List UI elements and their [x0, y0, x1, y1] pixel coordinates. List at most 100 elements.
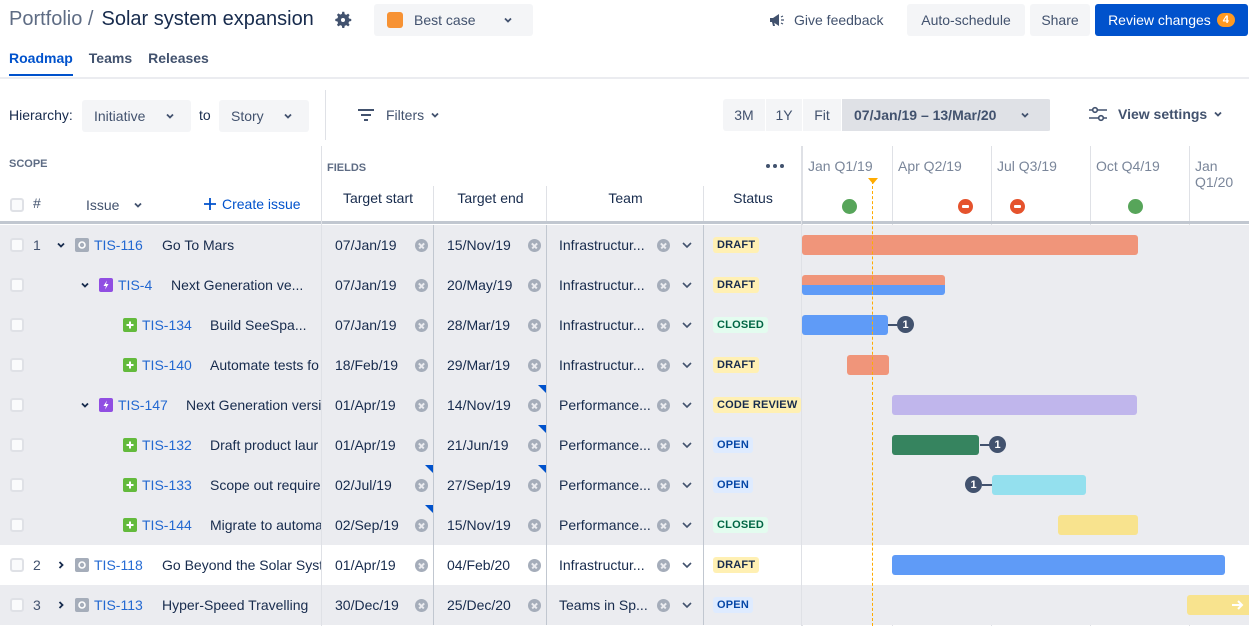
- row-checkbox[interactable]: [10, 505, 24, 545]
- chevron-right-icon[interactable]: [55, 545, 67, 585]
- release-off-track-icon[interactable]: [958, 199, 973, 214]
- team-value[interactable]: Infrastructur...: [559, 305, 645, 345]
- issue-key-link[interactable]: TIS-132: [142, 425, 192, 465]
- row-checkbox[interactable]: [10, 225, 24, 265]
- clear-target-end-icon[interactable]: [528, 505, 541, 545]
- filters-button[interactable]: Filters: [356, 107, 442, 123]
- clear-target-end-icon[interactable]: [528, 265, 541, 305]
- hierarchy-from-select[interactable]: Initiative: [82, 100, 191, 132]
- gear-icon[interactable]: [332, 9, 354, 31]
- clear-target-start-icon[interactable]: [415, 585, 428, 625]
- team-dropdown-chevron-icon[interactable]: [680, 465, 694, 505]
- timeline-bar[interactable]: [1058, 515, 1138, 535]
- auto-schedule-button[interactable]: Auto-schedule: [907, 4, 1025, 36]
- issue-key-link[interactable]: TIS-144: [142, 505, 192, 545]
- target-start-value[interactable]: 01/Apr/19: [335, 385, 396, 425]
- table-row[interactable]: 2 TIS-118 Go Beyond the Solar Syst 01/Apr/1…: [0, 545, 1249, 585]
- issue-key-link[interactable]: TIS-118: [94, 545, 143, 585]
- clear-team-icon[interactable]: [657, 225, 670, 265]
- issue-key-link[interactable]: TIS-133: [142, 465, 192, 505]
- issue-key-link[interactable]: TIS-113: [94, 585, 143, 625]
- team-dropdown-chevron-icon[interactable]: [680, 385, 694, 425]
- clear-target-start-icon[interactable]: [415, 265, 428, 305]
- scope-fields-divider[interactable]: [321, 146, 322, 626]
- status-lozenge[interactable]: DRAFT: [713, 225, 760, 265]
- target-end-value[interactable]: 27/Sep/19: [447, 465, 511, 505]
- row-checkbox[interactable]: [10, 305, 24, 345]
- target-end-value[interactable]: 25/Dec/20: [447, 585, 511, 625]
- team-dropdown-chevron-icon[interactable]: [680, 505, 694, 545]
- team-dropdown-chevron-icon[interactable]: [680, 345, 694, 385]
- target-start-value[interactable]: 07/Jan/19: [335, 225, 397, 265]
- give-feedback-button[interactable]: Give feedback: [768, 4, 884, 36]
- create-issue-button[interactable]: Create issue: [203, 196, 301, 212]
- timeline-bar[interactable]: [892, 435, 979, 455]
- target-end-value[interactable]: 29/Mar/19: [447, 345, 510, 385]
- timeline-bar[interactable]: [1187, 595, 1249, 615]
- team-dropdown-chevron-icon[interactable]: [680, 425, 694, 465]
- team-dropdown-chevron-icon[interactable]: [680, 545, 694, 585]
- breadcrumb-portfolio[interactable]: Portfolio /: [9, 8, 93, 30]
- issue-summary[interactable]: Scope out require: [210, 465, 321, 505]
- range-1y-button[interactable]: 1Y: [766, 99, 802, 131]
- team-value[interactable]: Performance...: [559, 465, 651, 505]
- target-end-value[interactable]: 14/Nov/19: [447, 385, 511, 425]
- row-checkbox[interactable]: [10, 465, 24, 505]
- issue-summary[interactable]: Draft product laur: [210, 425, 321, 465]
- row-checkbox[interactable]: [10, 345, 24, 385]
- issue-summary[interactable]: Go To Mars: [162, 225, 321, 265]
- clear-target-end-icon[interactable]: [528, 225, 541, 265]
- target-start-value[interactable]: 02/Jul/19: [335, 465, 392, 505]
- clear-target-end-icon[interactable]: [528, 345, 541, 385]
- tab-roadmap[interactable]: Roadmap: [9, 50, 73, 76]
- range-fit-button[interactable]: Fit: [803, 99, 841, 131]
- issue-key-link[interactable]: TIS-134: [142, 305, 192, 345]
- team-value[interactable]: Performance...: [559, 425, 651, 465]
- clear-team-icon[interactable]: [657, 345, 670, 385]
- column-header-status[interactable]: Status: [704, 190, 802, 206]
- table-row[interactable]: 1 TIS-116 Go To Mars 07/Jan/19 15/Nov/19 Infr…: [0, 225, 1249, 265]
- select-all-checkbox[interactable]: [10, 198, 24, 212]
- column-header-target-start[interactable]: Target start: [322, 190, 434, 206]
- issue-summary[interactable]: Next Generation versi: [186, 385, 321, 425]
- target-end-value[interactable]: 15/Nov/19: [447, 225, 511, 265]
- table-row[interactable]: TIS-144 Migrate to automa 02/Sep/19 15/Nov/…: [0, 505, 1249, 545]
- target-start-value[interactable]: 02/Sep/19: [335, 505, 399, 545]
- clear-target-start-icon[interactable]: [415, 305, 428, 345]
- clear-team-icon[interactable]: [657, 465, 670, 505]
- issue-summary[interactable]: Automate tests fo: [210, 345, 321, 385]
- dependency-count-badge[interactable]: 1: [989, 436, 1006, 453]
- release-on-track-icon[interactable]: [1128, 199, 1143, 214]
- issue-summary[interactable]: Build SeeSpa...: [210, 305, 321, 345]
- status-lozenge[interactable]: CODE REVIEW: [713, 385, 802, 425]
- date-range-select[interactable]: 07/Jan/19 – 13/Mar/20: [842, 99, 1050, 131]
- issue-key-link[interactable]: TIS-140: [142, 345, 192, 385]
- target-end-value[interactable]: 04/Feb/20: [447, 545, 510, 585]
- chevron-down-icon[interactable]: [55, 225, 67, 265]
- row-checkbox[interactable]: [10, 265, 24, 305]
- target-start-value[interactable]: 01/Apr/19: [335, 545, 396, 585]
- target-start-value[interactable]: 18/Feb/19: [335, 345, 398, 385]
- clear-team-icon[interactable]: [657, 265, 670, 305]
- status-lozenge[interactable]: OPEN: [713, 465, 753, 505]
- clear-target-start-icon[interactable]: [415, 385, 428, 425]
- team-dropdown-chevron-icon[interactable]: [680, 305, 694, 345]
- tab-releases[interactable]: Releases: [148, 50, 209, 74]
- team-value[interactable]: Infrastructur...: [559, 265, 645, 305]
- scenario-select[interactable]: Best case: [374, 4, 533, 36]
- column-header-target-end[interactable]: Target end: [434, 190, 547, 206]
- clear-team-icon[interactable]: [657, 425, 670, 465]
- team-value[interactable]: Performance...: [559, 385, 651, 425]
- issue-key-link[interactable]: TIS-116: [94, 225, 143, 265]
- timeline-bar[interactable]: [802, 315, 888, 335]
- clear-team-icon[interactable]: [657, 545, 670, 585]
- clear-team-icon[interactable]: [657, 385, 670, 425]
- clear-team-icon[interactable]: [657, 505, 670, 545]
- issue-summary[interactable]: Migrate to automa: [210, 505, 321, 545]
- clear-target-start-icon[interactable]: [415, 225, 428, 265]
- team-value[interactable]: Teams in Sp...: [559, 585, 648, 625]
- table-row[interactable]: 3 TIS-113 Hyper-Speed Travelling 30/Dec/19 2…: [0, 585, 1249, 625]
- chevron-right-icon[interactable]: [55, 585, 67, 625]
- target-start-value[interactable]: 07/Jan/19: [335, 265, 397, 305]
- timeline-bar[interactable]: [802, 275, 945, 295]
